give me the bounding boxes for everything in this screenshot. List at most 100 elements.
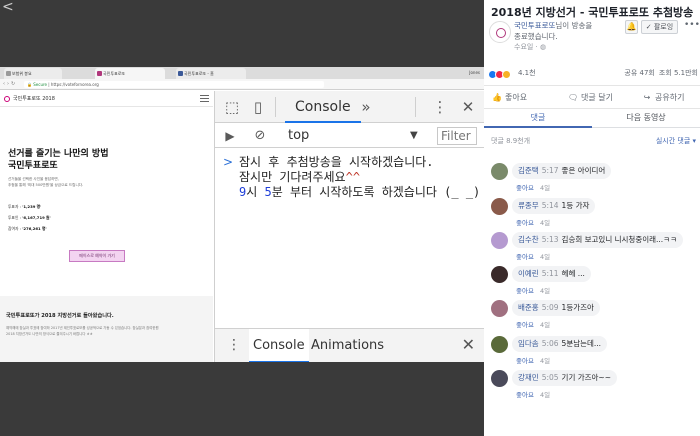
commenter-name-link[interactable]: 배준홍 xyxy=(518,303,539,312)
commenter-name-link[interactable]: 류종무 xyxy=(518,201,539,210)
comment-timestamp[interactable]: 5:09 xyxy=(542,303,559,312)
comment-text: 헤헤 ... xyxy=(561,269,585,278)
inspect-element-icon[interactable]: ⬚ xyxy=(223,98,241,116)
commenter-name-link[interactable]: 임다솜 xyxy=(518,339,539,348)
reaction-count[interactable]: 4.1천 xyxy=(518,68,536,78)
commenter-name-link[interactable]: 김수찬 xyxy=(518,235,539,244)
comment-timestamp[interactable]: 5:06 xyxy=(542,339,559,348)
browser-tab-strip: 보험위 봉요 국민투표로또 국민투표로또 - 홈 Jones xyxy=(0,67,484,79)
drawer-tab-animations[interactable]: Animations xyxy=(307,329,388,362)
chevron-down-icon[interactable]: ▼ xyxy=(410,124,418,148)
nav-arrows-icon[interactable]: ‹›↻ xyxy=(3,79,17,90)
commenter-name-link[interactable]: 이예린 xyxy=(518,269,539,278)
comment-meta: 좋아요 4일 xyxy=(516,389,550,399)
following-button[interactable]: ✓ 팔로잉 xyxy=(641,20,678,34)
channel-name-link[interactable]: 국민투표로또 xyxy=(514,21,555,30)
commenter-name-link[interactable]: 김준택 xyxy=(518,166,539,175)
comment-age: 4일 xyxy=(539,287,551,295)
tab-comments[interactable]: 댓글 xyxy=(484,110,592,128)
comment-age: 4일 xyxy=(539,219,551,227)
comment-text: 김승희 보고있니 니시청중이래...ㅋㅋ xyxy=(561,235,677,244)
comment-like-link[interactable]: 좋아요 xyxy=(516,391,534,399)
url-field[interactable]: 🔒 Secure | https://votefornorea.org xyxy=(24,81,324,88)
comment-text: 1등가즈아 xyxy=(561,303,594,312)
commenter-avatar[interactable] xyxy=(491,232,508,249)
comment-like-link[interactable]: 좋아요 xyxy=(516,321,534,329)
comment-button[interactable]: 🗨 댓글 달기 xyxy=(568,86,613,110)
drawer-menu-icon[interactable]: ⋮ xyxy=(227,335,241,355)
comment-text: 기기 가즈아~~ xyxy=(561,373,611,382)
back-arrow-icon[interactable]: < xyxy=(2,0,14,14)
toolbar-divider xyxy=(415,97,416,117)
device-toolbar-icon[interactable]: ▯ xyxy=(249,98,267,116)
browser-user[interactable]: Jones xyxy=(469,67,480,79)
devtools-panel: ⬚ ▯ Console » ⋮ ✕ ▶ ⊘ top ▼ Filter > 잠시 … xyxy=(214,91,484,362)
action-bar: 👍 좋아요 🗨 댓글 달기 ↪ 공유하기 xyxy=(484,85,700,109)
stat-participants: 참여자 : '276,261 명' xyxy=(8,226,47,231)
comment-timestamp[interactable]: 5:14 xyxy=(542,201,559,210)
comment-timestamp[interactable]: 5:17 xyxy=(542,166,559,175)
comment-item: 배준홍 5:09 1등가즈아좋아요 4일 xyxy=(484,300,700,332)
comment-age: 4일 xyxy=(539,321,551,329)
comment-meta: 좋아요 4일 xyxy=(516,251,550,261)
filter-input[interactable]: Filter xyxy=(437,127,477,145)
console-log-line: 9시 5분 부터 시작하도록 하겠습니다 (_ _) xyxy=(239,185,481,199)
comment-text: 1등 가자 xyxy=(561,201,590,210)
comment-sort-dropdown[interactable]: 실시간 댓글 ▾ xyxy=(656,136,696,146)
comment-timestamp[interactable]: 5:11 xyxy=(542,269,559,278)
commenter-avatar[interactable] xyxy=(491,163,508,180)
favicon-icon xyxy=(178,71,183,76)
bell-icon[interactable]: 🔔 xyxy=(625,20,638,34)
more-options-icon[interactable]: ••• xyxy=(684,20,700,30)
channel-info: 종료했습니다. xyxy=(514,32,558,41)
commenter-avatar[interactable] xyxy=(491,266,508,283)
devtools-drawer: ⋮ Console Animations ✕ xyxy=(215,328,484,362)
close-devtools-icon[interactable]: ✕ xyxy=(459,98,477,116)
comment-like-link[interactable]: 좋아요 xyxy=(516,253,534,261)
close-drawer-icon[interactable]: ✕ xyxy=(462,335,475,355)
comment-meta: 좋아요 4일 xyxy=(516,182,550,192)
tab-next-video[interactable]: 다음 동영상 xyxy=(592,110,700,128)
clear-console-icon[interactable]: ⊘ xyxy=(251,127,269,145)
browser-tab[interactable]: 보험위 봉요 xyxy=(4,68,62,79)
context-selector[interactable]: top xyxy=(288,124,309,148)
channel-avatar[interactable] xyxy=(489,21,511,43)
site-header: 국민투표로또 2018 xyxy=(0,91,213,107)
browser-tab[interactable]: 국민투표로또 xyxy=(95,68,165,79)
footer-text: 예약해에 참실과 투표에 참여하 2017년 제인투표로또를 성공적으로 가동 … xyxy=(6,326,159,330)
comment-timestamp[interactable]: 5:05 xyxy=(542,373,559,382)
commenter-name-link[interactable]: 강재민 xyxy=(518,373,539,382)
share-icon: ↪ xyxy=(643,93,651,102)
commenter-avatar[interactable] xyxy=(491,300,508,317)
comment-like-link[interactable]: 좋아요 xyxy=(516,287,534,295)
thumbs-up-icon: 👍 xyxy=(492,93,502,102)
site-footer: 국민투표로또가 2018 지방선거로 돌아왔습니다. 예약해에 참실과 투표에 … xyxy=(0,296,213,362)
extension-icons[interactable] xyxy=(330,82,450,97)
drawer-tab-console[interactable]: Console xyxy=(249,329,309,362)
like-button[interactable]: 👍 좋아요 xyxy=(492,86,527,110)
commenter-avatar[interactable] xyxy=(491,198,508,215)
address-bar: ‹›↻ 🔒 Secure | https://votefornorea.org xyxy=(0,79,484,97)
comment-item: 임다솜 5:06 5분남는데... 좋아요 4일 xyxy=(484,336,700,368)
comment-like-link[interactable]: 좋아요 xyxy=(516,184,534,192)
comment-like-link[interactable]: 좋아요 xyxy=(516,219,534,227)
comment-timestamp[interactable]: 5:13 xyxy=(542,235,559,244)
video-player[interactable]: < 보험위 봉요 국민투표로또 국민투표로또 - 홈 Jones ‹›↻ 🔒 S… xyxy=(0,0,484,436)
hamburger-menu-icon[interactable] xyxy=(200,95,209,102)
favicon-icon xyxy=(97,71,102,76)
comment-item: 류종무 5:14 1등 가자좋아요 4일 xyxy=(484,198,700,230)
tab-console[interactable]: Console xyxy=(285,91,361,123)
share-button[interactable]: ↪ 공유하기 xyxy=(642,86,685,110)
commenter-avatar[interactable] xyxy=(491,370,508,387)
footer-text: 2018 지방선거도 나만의 방식으로 즐겨주시기 바랍니다 ㅎㅎ xyxy=(6,332,93,336)
browser-tab[interactable]: 국민투표로또 - 홈 xyxy=(176,68,246,79)
sidebar-toggle-icon[interactable]: ▶ xyxy=(221,127,239,145)
cta-button[interactable]: 메이스로 예약이 가기 xyxy=(69,250,125,262)
comment-like-link[interactable]: 좋아요 xyxy=(516,357,534,365)
comment-meta: 좋아요 4일 xyxy=(516,355,550,365)
hero-subtitle: 국민투표로또 xyxy=(8,161,58,171)
comment-age: 4일 xyxy=(539,391,551,399)
kebab-menu-icon[interactable]: ⋮ xyxy=(431,98,449,116)
more-tabs-icon[interactable]: » xyxy=(357,98,375,116)
commenter-avatar[interactable] xyxy=(491,336,508,353)
